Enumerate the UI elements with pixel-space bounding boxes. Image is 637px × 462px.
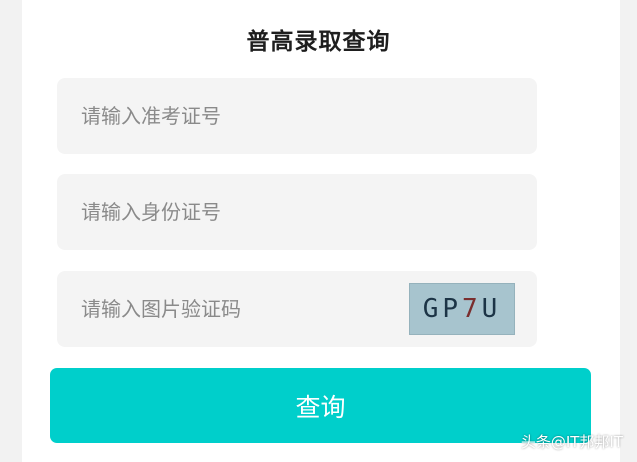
admission-number-field-wrapper [57, 78, 537, 154]
query-button[interactable]: 查询 [50, 368, 591, 443]
admission-number-input[interactable] [57, 78, 537, 154]
captcha-field-wrapper: G P 7 U [57, 271, 537, 347]
captcha-char: G [422, 294, 443, 324]
captcha-input[interactable] [57, 271, 397, 347]
id-number-input[interactable] [57, 174, 537, 250]
captcha-char: 7 [462, 294, 482, 324]
captcha-char: P [442, 294, 462, 324]
captcha-char: U [481, 294, 502, 324]
watermark: 头条@IT邦邦IT [520, 433, 623, 451]
id-number-field-wrapper [57, 174, 537, 250]
captcha-image[interactable]: G P 7 U [409, 283, 515, 335]
page-title: 普高录取查询 [246, 29, 391, 55]
